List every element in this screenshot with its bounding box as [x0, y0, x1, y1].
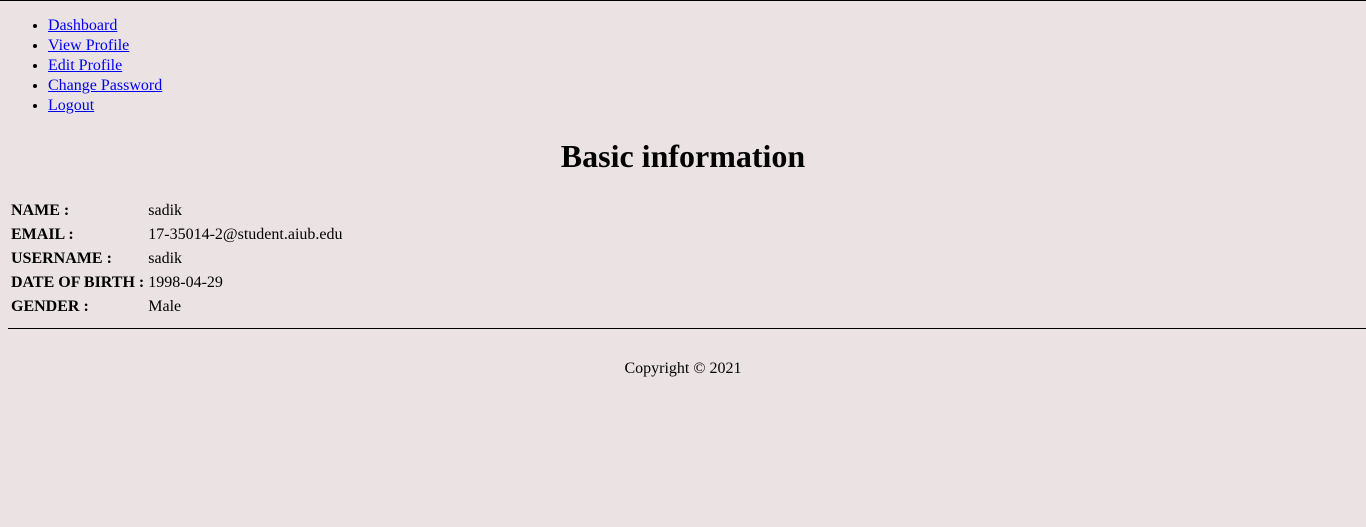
gender-value: Male: [148, 298, 182, 315]
date-of-birth-value: 1998-04-29: [148, 274, 223, 291]
edit-profile-link[interactable]: Edit Profile: [48, 57, 122, 74]
table-row-username: USERNAME : sadik: [10, 248, 344, 270]
nav-menu: Dashboard View Profile Edit Profile Chan…: [8, 16, 162, 116]
page-title: Basic information: [560, 138, 806, 174]
table-row-gender: GENDER : Male: [10, 296, 344, 318]
name-value: sadik: [148, 202, 183, 219]
table-row-email: EMAIL : 17-35014-2@student.aiub.edu: [10, 224, 344, 246]
view-profile-link[interactable]: View Profile: [48, 37, 129, 54]
change-password-link[interactable]: Change Password: [48, 77, 162, 94]
username-label: USERNAME :: [11, 250, 112, 267]
table-row-date-of-birth: DATE OF BIRTH : 1998-04-29: [10, 272, 344, 294]
top-divider: [0, 0, 1366, 1]
nav-item-logout: Logout: [48, 96, 162, 116]
gender-label: GENDER :: [11, 298, 89, 315]
date-of-birth-label: DATE OF BIRTH :: [11, 274, 145, 291]
copyright-text: Copyright © 2021: [624, 360, 742, 377]
dashboard-link[interactable]: Dashboard: [48, 17, 117, 34]
nav-item-change-password: Change Password: [48, 76, 162, 96]
basic-info-table: NAME : sadik EMAIL : 17-35014-2@student.…: [8, 198, 346, 320]
nav-item-dashboard: Dashboard: [48, 16, 162, 36]
nav-item-view-profile: View Profile: [48, 36, 162, 56]
table-row-name: NAME : sadik: [10, 200, 344, 222]
name-label: NAME :: [11, 202, 70, 219]
email-label: EMAIL :: [11, 226, 74, 243]
footer-divider: [8, 328, 1366, 329]
logout-link[interactable]: Logout: [48, 97, 94, 114]
username-value: sadik: [148, 250, 183, 267]
email-value: 17-35014-2@student.aiub.edu: [148, 226, 343, 243]
nav-item-edit-profile: Edit Profile: [48, 56, 162, 76]
